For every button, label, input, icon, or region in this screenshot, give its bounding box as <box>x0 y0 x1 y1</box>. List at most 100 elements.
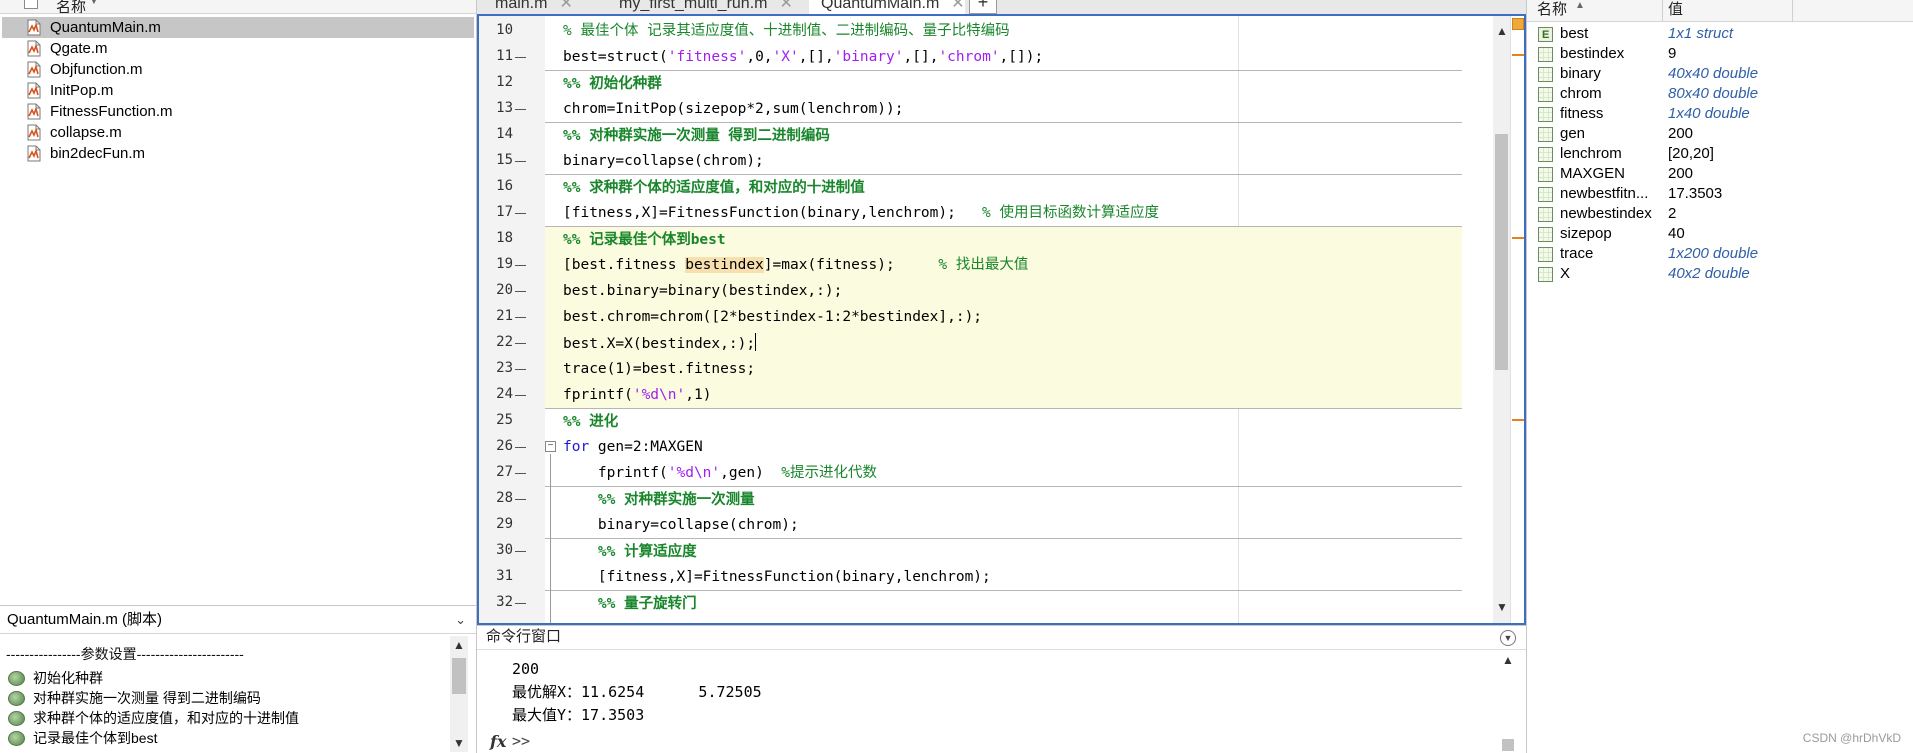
scroll-thumb[interactable] <box>452 658 466 694</box>
file-item[interactable]: Objfunction.m <box>2 59 474 80</box>
name-column-header[interactable]: 名称 <box>1537 0 1567 19</box>
warning-status-icon[interactable] <box>1512 18 1524 30</box>
add-tab-button[interactable]: + <box>969 0 997 14</box>
code-line-current-section[interactable]: fprintf('%d\n',1) <box>545 382 1462 408</box>
column-divider[interactable] <box>1662 0 1663 21</box>
details-title-bar[interactable]: QuantumMain.m (脚本) ⌄ <box>0 606 476 634</box>
file-item[interactable]: QuantumMain.m <box>2 17 474 38</box>
scroll-thumb[interactable] <box>1495 134 1508 370</box>
cell-item[interactable]: 求种群个体的适应度值，和对应的十进制值 <box>8 708 299 728</box>
close-icon[interactable]: ✕ <box>779 0 792 12</box>
workspace-variable-row[interactable]: MAXGEN 200 <box>1527 164 1913 184</box>
workspace-variable-row[interactable]: chrom 80x40 double <box>1527 84 1913 104</box>
cell-item[interactable]: 初始化种群 <box>8 668 103 688</box>
code-line[interactable]: %% 计算适应度 <box>545 538 1462 564</box>
warning-marker[interactable] <box>1512 237 1524 239</box>
command-window-scrollbar[interactable]: ▲ <box>1500 653 1516 753</box>
code-line[interactable]: %% 进化 <box>545 408 1462 434</box>
code-line[interactable]: [fitness,X]=FitnessFunction(binary,lench… <box>545 564 1462 590</box>
workspace-variable-row[interactable]: gen 200 <box>1527 124 1913 144</box>
workspace-variable-row[interactable]: binary 40x40 double <box>1527 64 1913 84</box>
breakpoint-slot[interactable] <box>515 109 526 110</box>
scroll-down-icon[interactable]: ▼ <box>453 736 465 750</box>
scroll-up-icon[interactable]: ▲ <box>1502 653 1514 667</box>
workspace-variable-row[interactable]: X 40x2 double <box>1527 264 1913 284</box>
breakpoint-slot[interactable] <box>515 551 526 552</box>
code-line[interactable]: %% 量子旋转门 <box>545 590 1462 616</box>
name-column-header[interactable]: 名称 <box>56 0 86 13</box>
workspace-variable-row[interactable]: bestindex 9 <box>1527 44 1913 64</box>
breakpoint-slot[interactable] <box>515 395 526 396</box>
workspace-variable-row[interactable]: fitness 1x40 double <box>1527 104 1913 124</box>
code-line-current-section[interactable]: %% 记录最佳个体到best <box>545 226 1462 252</box>
function-browser-icon[interactable]: fx <box>490 732 506 751</box>
code-editor[interactable]: 10 11 12 13 14 15 16 17 18 19 20 21 22 23 24 25 26 27 28 29… <box>477 14 1526 625</box>
cell-item[interactable]: 记录最佳个体到best <box>8 728 157 748</box>
code-line[interactable]: [fitness,X]=FitnessFunction(binary,lench… <box>545 200 1462 226</box>
file-item[interactable]: bin2decFun.m <box>2 143 474 164</box>
code-line[interactable]: for gen=2:MAXGEN <box>545 434 1462 460</box>
breakpoint-slot[interactable] <box>515 603 526 604</box>
breakpoint-slot[interactable] <box>515 369 526 370</box>
code-line-current-section[interactable]: trace(1)=best.fitness; <box>545 356 1462 382</box>
code-line-current-section[interactable]: best.chrom=chrom([2*bestindex-1:2*bestin… <box>545 304 1462 330</box>
code-line[interactable]: %% 初始化种群 <box>545 70 1462 96</box>
file-item[interactable]: collapse.m <box>2 122 474 143</box>
breakpoint-slot[interactable] <box>515 291 526 292</box>
breakpoint-slot[interactable] <box>515 343 526 344</box>
workspace-variable-row[interactable]: lenchrom [20,20] <box>1527 144 1913 164</box>
details-scrollbar[interactable]: ▲ ▼ <box>450 636 468 752</box>
code-line-current-section[interactable]: best.binary=binary(bestindex,:); <box>545 278 1462 304</box>
breakpoint-slot[interactable] <box>515 499 526 500</box>
breakpoint-slot[interactable] <box>515 213 526 214</box>
breakpoint-slot[interactable] <box>515 265 526 266</box>
tab-quantum-main[interactable]: QuantumMain.m ✕ <box>809 0 965 14</box>
command-window[interactable]: 命令行窗口 ▼ 200 最优解X：11.6254 5.72505 最大值Y：17… <box>477 625 1526 753</box>
code-line[interactable]: fprintf('%d\n',gen) %提示进化代数 <box>545 460 1462 486</box>
scroll-down-icon[interactable]: ▼ <box>1496 600 1508 614</box>
column-divider[interactable] <box>1792 0 1793 21</box>
code-line[interactable]: %% 对种群实施一次测量 得到二进制编码 <box>545 122 1462 148</box>
workspace-variable-row[interactable]: newbestindex 2 <box>1527 204 1913 224</box>
file-item[interactable]: FitnessFunction.m <box>2 101 474 122</box>
workspace-variable-row[interactable]: trace 1x200 double <box>1527 244 1913 264</box>
code-line[interactable]: binary=collapse(chrom); <box>545 148 1462 174</box>
file-item[interactable]: Qgate.m <box>2 38 474 59</box>
chevron-down-icon[interactable]: ⌄ <box>455 606 466 634</box>
code-text: fprintf('%d\n',gen) %提示进化代数 <box>563 465 877 481</box>
fold-minus-icon[interactable]: − <box>545 441 556 452</box>
scroll-up-icon[interactable]: ▲ <box>1496 24 1508 38</box>
warning-marker[interactable] <box>1512 419 1524 421</box>
code-text: best.chrom=chrom([2*bestindex-1:2*bestin… <box>563 309 983 325</box>
breakpoint-slot[interactable] <box>515 317 526 318</box>
panel-menu-icon[interactable]: ▼ <box>1500 630 1516 646</box>
code-line[interactable]: binary=collapse(chrom); <box>545 512 1462 538</box>
tab-my-first-multi-run[interactable]: my_first_multi_run.m ✕ <box>607 0 807 14</box>
scroll-thumb[interactable] <box>1502 739 1514 751</box>
file-item[interactable]: InitPop.m <box>2 80 474 101</box>
close-icon[interactable]: ✕ <box>559 0 572 12</box>
code-line[interactable]: %% 求种群个体的适应度值，和对应的十进制值 <box>545 174 1462 200</box>
select-all-checkbox[interactable] <box>24 0 38 9</box>
editor-vertical-scrollbar[interactable]: ▲ ▼ <box>1493 16 1510 623</box>
breakpoint-slot[interactable] <box>515 473 526 474</box>
breakpoint-slot[interactable] <box>515 447 526 448</box>
value-column-header[interactable]: 值 <box>1668 0 1683 19</box>
code-line[interactable]: best=struct('fitness',0,'X',[],'binary',… <box>545 44 1462 70</box>
tab-main-m[interactable]: main.m ✕ <box>483 0 605 14</box>
breakpoint-slot[interactable] <box>515 161 526 162</box>
command-prompt[interactable]: >> <box>512 732 530 750</box>
cell-item[interactable]: 对种群实施一次测量 得到二进制编码 <box>8 688 261 708</box>
scroll-up-icon[interactable]: ▲ <box>453 638 465 652</box>
code-line-current-section[interactable]: [best.fitness bestindex]=max(fitness); %… <box>545 252 1462 278</box>
code-line[interactable]: chrom=InitPop(sizepop*2,sum(lenchrom)); <box>545 96 1462 122</box>
close-icon[interactable]: ✕ <box>951 0 964 12</box>
workspace-variable-row[interactable]: best 1x1 struct <box>1527 24 1913 45</box>
code-line-current-section[interactable]: best.X=X(bestindex,:); <box>545 330 1462 356</box>
warning-marker[interactable] <box>1512 54 1524 56</box>
workspace-variable-row[interactable]: sizepop 40 <box>1527 224 1913 244</box>
workspace-variable-row[interactable]: newbestfitn... 17.3503 <box>1527 184 1913 204</box>
code-line[interactable]: %% 对种群实施一次测量 <box>545 486 1462 512</box>
breakpoint-slot[interactable] <box>515 57 526 58</box>
code-line[interactable]: % 最佳个体 记录其适应度值、十进制值、二进制编码、量子比特编码 <box>545 18 1462 44</box>
